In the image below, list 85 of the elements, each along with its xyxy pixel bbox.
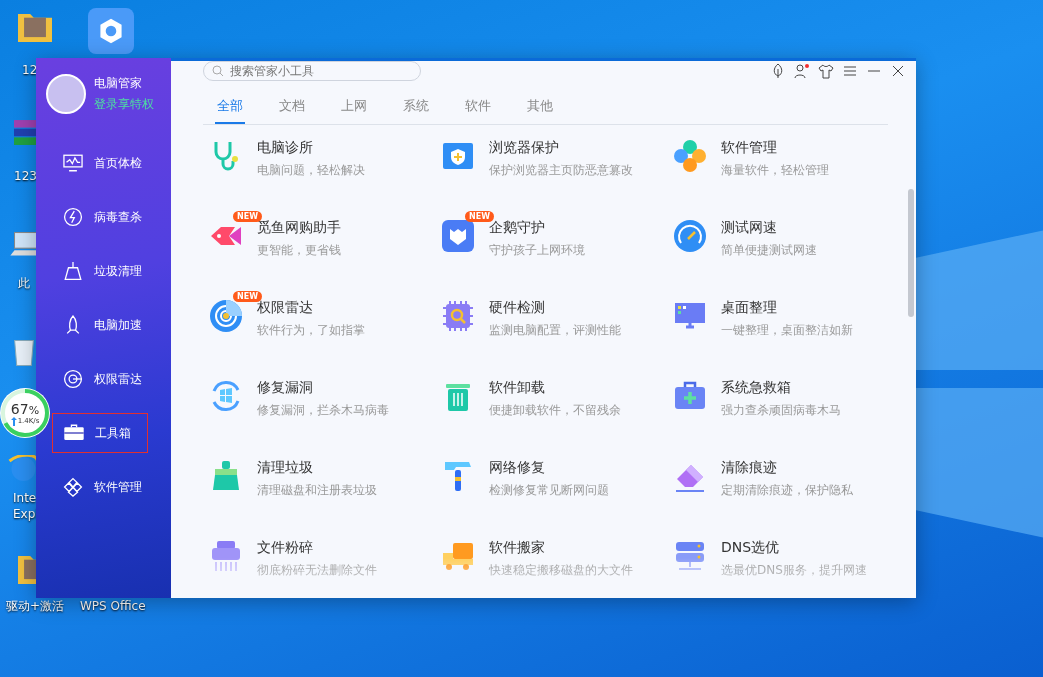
new-badge: NEW bbox=[465, 211, 494, 222]
tool-name[interactable]: 测试网速 bbox=[721, 219, 817, 237]
apps-icon bbox=[62, 476, 84, 498]
tool-description: 保护浏览器主页防恶意篡改 bbox=[489, 162, 633, 179]
gauge-icon bbox=[673, 219, 707, 253]
desktop-icon-label[interactable]: 123 bbox=[14, 168, 37, 184]
search-field[interactable]: 搜索管家小工具 bbox=[203, 61, 421, 81]
usage-percent: 67 bbox=[10, 400, 29, 417]
shredder-icon bbox=[209, 539, 243, 573]
tool-name[interactable]: 软件管理 bbox=[721, 139, 829, 157]
desktop-icon-label[interactable]: 驱动+激活 bbox=[6, 598, 65, 614]
desktop-icon-label[interactable]: Inte Expl bbox=[13, 490, 39, 522]
tool-description: 海量软件，轻松管理 bbox=[721, 162, 829, 179]
tool-description: 便捷卸载软件，不留残余 bbox=[489, 402, 621, 419]
tool-description: 修复漏洞，拦杀木马病毒 bbox=[257, 402, 389, 419]
tool-name[interactable]: 清除痕迹 bbox=[721, 459, 853, 477]
shield-icon bbox=[441, 219, 475, 253]
tool-name[interactable]: 软件卸载 bbox=[489, 379, 621, 397]
recycle-bin-icon bbox=[14, 340, 34, 366]
category-tab[interactable]: 软件 bbox=[463, 93, 493, 124]
category-tab[interactable]: 上网 bbox=[339, 93, 369, 124]
user-name: 电脑管家 bbox=[94, 75, 143, 92]
tool-name[interactable]: 软件搬家 bbox=[489, 539, 633, 557]
search-icon bbox=[212, 65, 224, 77]
login-link[interactable]: 登录享特权 bbox=[94, 96, 154, 113]
tool-description: 电脑问题，轻松解决 bbox=[257, 162, 365, 179]
tool-description: 强力查杀顽固病毒木马 bbox=[721, 402, 841, 419]
tool-description: 检测修复常见断网问题 bbox=[489, 482, 609, 499]
nav-item[interactable]: 软件管理 bbox=[36, 460, 171, 514]
desktop-icon-label[interactable]: 此 bbox=[18, 275, 30, 291]
user-icon[interactable] bbox=[794, 63, 810, 79]
tool-name[interactable]: 网络修复 bbox=[489, 459, 609, 477]
tool-name[interactable]: 电脑诊所 bbox=[257, 139, 365, 157]
tool-description: 定期清除痕迹，保护隐私 bbox=[721, 482, 853, 499]
tool-name[interactable]: 浏览器保护 bbox=[489, 139, 633, 157]
nav-item[interactable]: 电脑加速 bbox=[36, 298, 171, 352]
nav-item[interactable]: 工具箱 bbox=[52, 413, 148, 453]
gear-app-icon[interactable] bbox=[88, 8, 134, 54]
tool-name[interactable]: 桌面整理 bbox=[721, 299, 853, 317]
tool-name[interactable]: DNS选优 bbox=[721, 539, 867, 557]
server-icon bbox=[673, 539, 707, 573]
tool-description: 一键整理，桌面整洁如新 bbox=[721, 322, 853, 339]
tool-description: 快速稳定搬移磁盘的大文件 bbox=[489, 562, 633, 579]
upload-arrow-icon bbox=[10, 416, 17, 426]
tool-description: 软件行为，了如指掌 bbox=[257, 322, 365, 339]
broom-icon bbox=[62, 260, 84, 282]
nav-item[interactable]: 病毒查杀 bbox=[36, 190, 171, 244]
tool-description: 监测电脑配置，评测性能 bbox=[489, 322, 621, 339]
tool-name[interactable]: 硬件检测 bbox=[489, 299, 621, 317]
tool-description: 更智能，更省钱 bbox=[257, 242, 341, 259]
pulse-monitor-icon bbox=[62, 152, 84, 174]
category-tab[interactable]: 文档 bbox=[277, 93, 307, 124]
chip-icon bbox=[441, 299, 475, 333]
tool-description: 彻底粉碎无法删除文件 bbox=[257, 562, 377, 579]
tool-description: 守护孩子上网环境 bbox=[489, 242, 585, 259]
desktop-icon-label[interactable]: WPS Office bbox=[80, 598, 146, 614]
tool-name[interactable]: 权限雷达 bbox=[257, 299, 365, 317]
category-tab[interactable]: 其他 bbox=[525, 93, 555, 124]
avatar[interactable] bbox=[46, 74, 86, 114]
tool-name[interactable]: 系统急救箱 bbox=[721, 379, 841, 397]
folder-icon bbox=[18, 14, 52, 42]
tool-name[interactable]: 修复漏洞 bbox=[257, 379, 389, 397]
nav-item[interactable]: 首页体检 bbox=[36, 136, 171, 190]
percent-sign: % bbox=[28, 403, 40, 417]
new-badge: NEW bbox=[233, 211, 262, 222]
tool-name[interactable]: 觅鱼网购助手 bbox=[257, 219, 341, 237]
tool-name[interactable]: 文件粉碎 bbox=[257, 539, 377, 557]
bolt-icon bbox=[62, 206, 84, 228]
close-icon[interactable] bbox=[890, 63, 906, 79]
tool-name[interactable]: 企鹅守护 bbox=[489, 219, 585, 237]
desktop-icon-label[interactable]: 12 bbox=[22, 62, 38, 78]
radar-icon bbox=[209, 299, 243, 333]
tool-description: 清理磁盘和注册表垃圾 bbox=[257, 482, 377, 499]
clover-icon bbox=[673, 139, 707, 173]
radar-icon bbox=[62, 368, 84, 390]
nav-item[interactable]: 垃圾清理 bbox=[36, 244, 171, 298]
new-badge: NEW bbox=[233, 291, 262, 302]
nav-item[interactable]: 权限雷达 bbox=[36, 352, 171, 406]
tool-description: 选最优DNS服务，提升网速 bbox=[721, 562, 867, 579]
tool-description: 简单便捷测试网速 bbox=[721, 242, 817, 259]
shirt-icon[interactable] bbox=[818, 63, 834, 79]
tool-name[interactable]: 清理垃圾 bbox=[257, 459, 377, 477]
scrollbar[interactable] bbox=[908, 189, 914, 317]
category-tab[interactable]: 系统 bbox=[401, 93, 431, 124]
category-tab[interactable]: 全部 bbox=[215, 93, 245, 124]
